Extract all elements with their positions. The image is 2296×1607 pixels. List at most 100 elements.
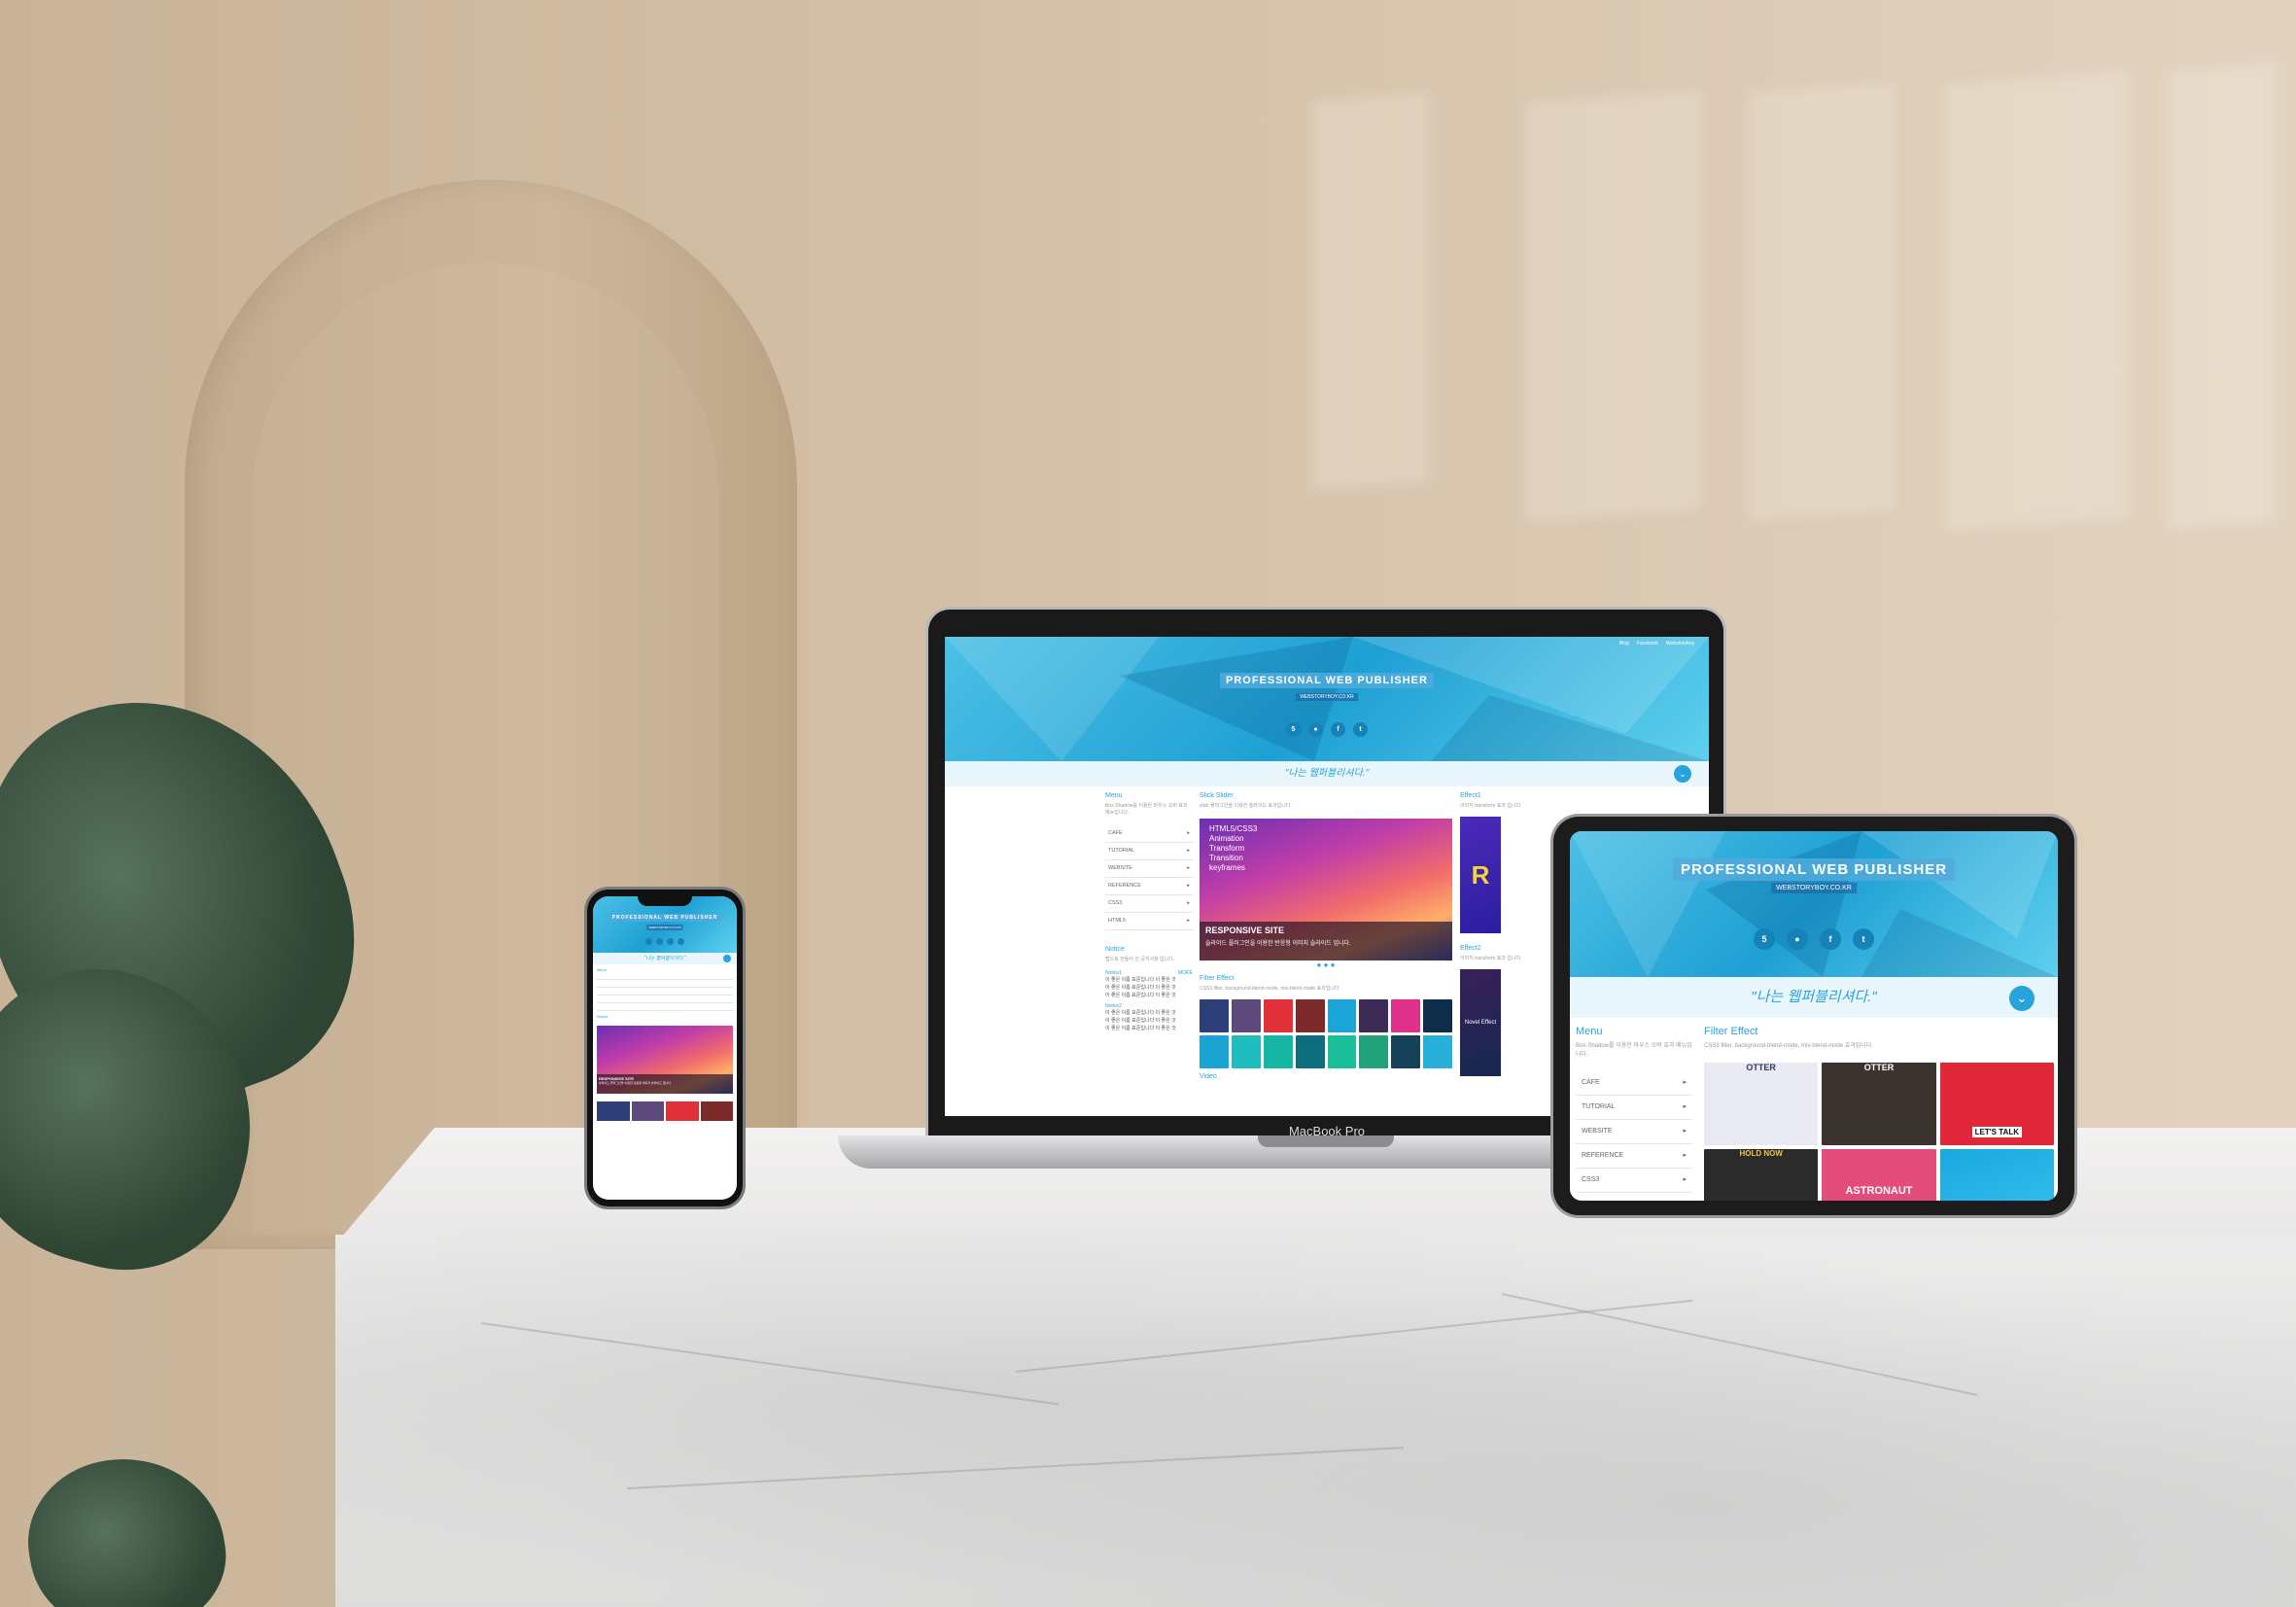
effect1-card[interactable]: R [1460,817,1501,933]
menu-item-html5[interactable]: HTML5 ▸ [1105,913,1193,930]
tagline-bar: "나는 웹퍼블리셔다." ⌄ [1570,977,2058,1018]
chevron-down-icon[interactable] [723,955,731,962]
menu-title: Menu [1105,792,1123,799]
thumbnail[interactable] [1327,1035,1357,1068]
twitter-icon[interactable] [678,938,684,945]
thumbnail[interactable] [1391,1035,1421,1068]
slider-dots[interactable]: ● ● ● [1200,961,1452,969]
marble-vein [480,1322,1060,1406]
menu-item[interactable] [597,988,733,996]
chevron-down-icon[interactable]: ⌄ [1674,765,1691,783]
menu-item[interactable] [597,996,733,1003]
effect2-title: Effect2 [1460,945,1481,952]
notice-title: Notice [1105,946,1125,953]
menu-item-tutorial[interactable]: TUTORIAL ▸ [1105,843,1193,860]
tagline-text: "나는 웹퍼블리셔다." [1284,768,1370,779]
thumbnail-isometric[interactable] [1939,1149,2054,1201]
menu-item[interactable] [597,1003,733,1011]
thumbnail[interactable] [1423,1035,1452,1068]
site-title: PROFESSIONAL WEB PUBLISHER [1220,673,1434,688]
notice-more[interactable]: MORE [1178,970,1193,976]
thumbnail[interactable] [700,1101,733,1121]
menu-item-tutorial[interactable]: TUTORIAL ▸ [1576,1096,1692,1120]
html5-icon[interactable]: 5 [1286,722,1301,737]
notice-line[interactable]: 이 좋은 이름 표준입니다 이 좋은 것 [1105,1009,1193,1017]
thumbnail[interactable] [1263,999,1293,1032]
thumbnail[interactable] [1359,999,1389,1032]
tagline-bar: "나는 웹퍼블리셔다." [593,953,737,964]
arrow-right-icon: ▸ [1187,848,1190,854]
thumbnail-otter[interactable]: OTTER [1822,1063,1936,1145]
effect2-card[interactable]: Novel Effect [1460,969,1501,1076]
slide-list: HTML5/CSS3 Animation Transform Transitio… [1209,824,1257,873]
twitter-icon[interactable]: t [1853,928,1874,950]
facebook-icon[interactable]: f [1331,722,1345,737]
menu-item-website[interactable]: WEBSITE ▸ [1105,860,1193,878]
html5-icon[interactable]: 5 [1754,928,1775,950]
thumbnail[interactable] [631,1101,664,1121]
menu-desc: Box-Shadow를 이용한 마우스 오버 효과 메뉴입니다. [1105,803,1188,816]
social-icons [645,938,684,945]
filter-section: Filter Effect CSS3 filter, background-bl… [1704,1026,2054,1201]
github-icon[interactable]: ● [1308,722,1323,737]
chevron-down-icon[interactable]: ⌄ [2009,986,2035,1011]
arrow-right-icon: ▸ [1187,830,1190,836]
menu-item-css3[interactable]: CSS3 ▸ [1105,895,1193,913]
menu-title: Menu [1576,1026,1603,1037]
thumbnail[interactable] [1231,1035,1261,1068]
menu-item-cafe[interactable]: CAFE ▸ [1105,825,1193,843]
phone-notch [638,894,692,906]
thumbnail-astronaut[interactable]: ASTRONAUT [1822,1149,1936,1201]
window-light [1750,82,1896,521]
top-nav: Blog Facebook Webstoryboy [1619,641,1694,646]
menu-item-reference[interactable]: REFERENCE ▸ [1105,878,1193,895]
hero-banner: PROFESSIONAL WEB PUBLISHER WEBSTORYBOY.C… [1570,831,2058,977]
menu-item-website[interactable]: WEBSITE ▸ [1576,1120,1692,1144]
thumbnail[interactable] [1327,999,1357,1032]
site-title: PROFESSIONAL WEB PUBLISHER [1672,858,1956,881]
thumbnail[interactable] [666,1101,699,1121]
notice-line[interactable]: 이 좋은 이름 표준입니다 이 좋은 것 [1105,1017,1193,1025]
slider-title: Slick Slider [1200,792,1234,799]
thumbnail-otter[interactable]: OTTER [1704,1063,1819,1145]
nav-blog[interactable]: Blog [1619,641,1629,646]
slide-caption: RESPONSIVE SITE 슬라이드 플러그인을 이용한 반응형 이미지 슬… [597,1074,733,1094]
effect1-title: Effect1 [1460,792,1481,799]
nav-webstoryboy[interactable]: Webstoryboy [1666,641,1694,646]
github-icon[interactable] [656,938,663,945]
menu-item-cafe[interactable]: CAFE ▸ [1576,1071,1692,1096]
facebook-icon[interactable]: f [1820,928,1841,950]
menu-item-css3[interactable]: CSS3 ▸ [1576,1169,1692,1193]
thumbnail[interactable] [1295,1035,1325,1068]
thumbnail[interactable] [1391,999,1421,1032]
twitter-icon[interactable]: t [1353,722,1368,737]
github-icon[interactable]: ● [1787,928,1808,950]
thumbnail[interactable] [597,1101,630,1121]
video-title: Video [1200,1073,1217,1080]
thumbnail[interactable] [1295,999,1325,1032]
thumbnail-lets-talk[interactable]: LET'S TALK [1939,1063,2054,1145]
notice-line[interactable]: 이 좋은 이름 표준입니다 이 좋은 것 [1105,984,1193,992]
html5-icon[interactable] [645,938,652,945]
notice-line[interactable]: 이 좋은 이름 표준입니다 이 좋은 것 [1105,1025,1193,1032]
nav-facebook[interactable]: Facebook [1637,641,1658,646]
slide-image[interactable]: RESPONSIVE SITE 슬라이드 플러그인을 이용한 반응형 이미지 슬… [597,1026,733,1094]
menu-item[interactable] [597,980,733,988]
thumbnail[interactable] [1231,999,1261,1032]
thumbnail-hold-now[interactable]: HOLD NOW [1704,1149,1819,1201]
effect1-desc: 이미지 transform 효과 입니다. [1460,803,1522,809]
notice-line[interactable]: 이 좋은 이름 표준입니다 이 좋은 것 [1105,976,1193,984]
thumbnail[interactable] [1263,1035,1293,1068]
facebook-icon[interactable] [667,938,674,945]
slide-image[interactable]: HTML5/CSS3 Animation Transform Transitio… [1200,819,1452,961]
notice-line[interactable]: 이 좋은 이름 표준입니다 이 좋은 것 [1105,992,1193,999]
thumbnail[interactable] [1359,1035,1389,1068]
menu-item[interactable] [597,972,733,980]
effect-section: Effect1 이미지 transform 효과 입니다. R Effect2 … [1460,792,1552,1076]
effect2-desc: 이미지 transform 효과 입니다. [1460,956,1522,961]
thumbnail[interactable] [1200,1035,1229,1068]
filter-thumbnails [1200,999,1452,1068]
menu-item-reference[interactable]: REFERENCE ▸ [1576,1144,1692,1169]
thumbnail[interactable] [1200,999,1229,1032]
thumbnail[interactable] [1423,999,1452,1032]
